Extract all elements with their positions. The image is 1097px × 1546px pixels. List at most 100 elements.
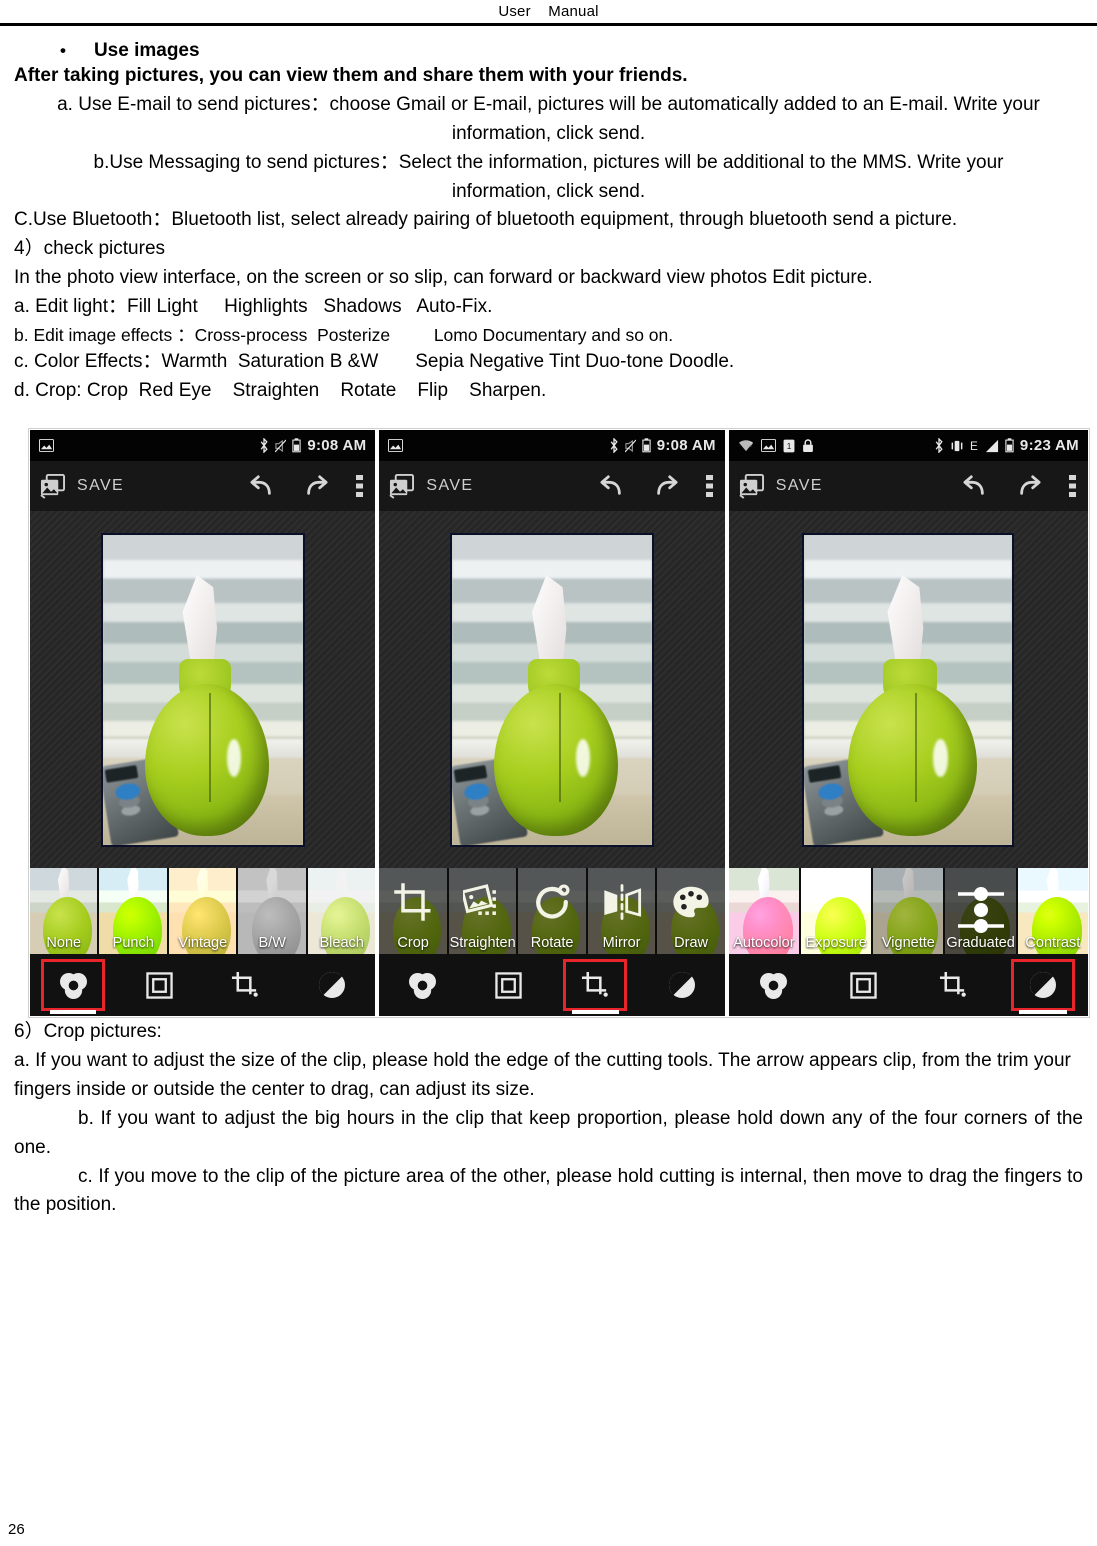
tool-thumb-draw[interactable]: Draw (657, 868, 725, 955)
overflow-menu-icon[interactable] (705, 474, 713, 498)
save-button-label[interactable]: SAVE (776, 477, 823, 495)
sub-item-d: d. Crop: Crop Red Eye Straighten Rotate … (14, 380, 547, 402)
save-button-label[interactable]: SAVE (77, 477, 124, 495)
tab-filters[interactable] (30, 954, 116, 1016)
tab-filters[interactable] (379, 954, 465, 1016)
tool-label: Rotate (530, 935, 574, 952)
screenshot-effects-screen: 9:08 AM SAVE None Punch Vintage B/W Blea… (30, 430, 376, 1017)
mirror-tool-icon (588, 874, 655, 930)
crop-tool-icon (379, 874, 446, 930)
adjust-label: Graduated (946, 935, 1015, 952)
undo-icon[interactable] (961, 474, 989, 498)
photos-icon[interactable] (39, 473, 66, 499)
adjust-thumb-vignette[interactable]: Vignette (873, 868, 944, 955)
adjust-thumb-contrast[interactable]: Contrast (1017, 868, 1088, 955)
filter-thumb-punch[interactable]: Punch (99, 868, 167, 955)
adjust-thumb-graduated[interactable]: Graduated (945, 868, 1016, 955)
paragraph-item-6: 6）Crop pictures: (14, 1021, 162, 1043)
photos-icon[interactable] (738, 473, 765, 499)
silent-mode-icon (275, 439, 287, 453)
signal-strength-icon (985, 439, 999, 453)
straighten-tool-icon (449, 874, 516, 930)
svg-text:?: ? (749, 442, 753, 449)
crop-icon (581, 971, 610, 1000)
tool-thumbnail-strip: Crop Straighten Rotate Mirror Draw (379, 868, 725, 955)
tool-thumb-crop[interactable]: Crop (379, 868, 447, 955)
photo-canvas[interactable] (728, 511, 1088, 869)
undo-icon[interactable] (248, 474, 276, 498)
photo-preview (100, 532, 305, 847)
paragraph-item-6a: a. If you want to adjust the size of the… (14, 1050, 1071, 1100)
silent-mode-icon (624, 439, 636, 453)
filter-thumb-bw[interactable]: B/W (238, 868, 306, 955)
edge-network-icon: E (970, 439, 979, 453)
redo-icon[interactable] (1015, 474, 1043, 498)
redo-icon[interactable] (652, 474, 680, 498)
sim-card-icon: 1 (783, 439, 795, 453)
tool-thumb-mirror[interactable]: Mirror (587, 868, 656, 955)
photo-canvas[interactable] (30, 511, 376, 869)
vibrate-icon (950, 439, 964, 453)
tab-indicator (49, 1010, 97, 1015)
status-clock: 9:08 AM (656, 437, 716, 455)
tab-frames[interactable] (466, 954, 552, 1016)
tab-filters[interactable] (729, 954, 819, 1016)
tab-exposure[interactable] (638, 954, 724, 1016)
page-number: 26 (8, 1521, 25, 1538)
intro-paragraph: After taking pictures, you can view them… (14, 65, 688, 86)
exposure-icon (318, 971, 346, 999)
adjust-label: Vignette (881, 935, 935, 952)
battery-icon (292, 438, 301, 453)
paragraph-item-6c: c. If you move to the clip of the pictur… (14, 1163, 1083, 1221)
tool-thumb-rotate[interactable]: Rotate (518, 868, 586, 955)
tab-crop[interactable] (552, 954, 638, 1016)
photo-highlight (226, 739, 241, 777)
photos-icon[interactable] (388, 473, 415, 499)
filter-thumb-none[interactable]: None (30, 868, 98, 955)
filter-thumb-bleach[interactable]: Bleach (307, 868, 376, 955)
photo-green-sphere (144, 683, 269, 836)
tool-label: Straighten (449, 935, 516, 952)
bullet-dot-icon: • (60, 41, 66, 60)
tool-thumb-straighten[interactable]: Straighten (448, 868, 517, 955)
tab-indicator (571, 1010, 619, 1015)
screenshot-adjust-screen: ? 1 E 9:23 AM SAVE Autocolor Exposure Vi… (728, 430, 1088, 1017)
filters-icon (58, 972, 89, 999)
overflow-menu-icon[interactable] (1068, 474, 1076, 498)
bluetooth-icon (609, 438, 619, 454)
filter-label: None (46, 935, 82, 952)
tab-crop[interactable] (908, 954, 998, 1016)
document-content: • Use images After taking pictures, you … (0, 40, 1097, 1220)
adjust-thumbnail-strip: Autocolor Exposure Vignette Graduated Co… (728, 868, 1088, 955)
wifi-question-icon: ? (738, 439, 754, 452)
tab-indicator (1018, 1010, 1068, 1015)
redo-icon[interactable] (302, 474, 330, 498)
photo-highlight (933, 739, 948, 777)
overflow-menu-icon[interactable] (356, 474, 364, 498)
filter-thumb-vintage[interactable]: Vintage (168, 868, 237, 955)
svg-text:1: 1 (786, 441, 791, 451)
paragraph-item-c: C.Use Bluetooth：Bluetooth list, select a… (14, 209, 958, 231)
tab-frames[interactable] (819, 954, 909, 1016)
undo-icon[interactable] (598, 474, 626, 498)
action-bar: SAVE (30, 461, 376, 512)
photo-canvas[interactable] (379, 511, 725, 869)
draw-tool-icon (657, 874, 724, 930)
bottom-tab-bar (30, 954, 376, 1017)
adjust-label: Contrast (1025, 935, 1081, 952)
status-bar: 9:08 AM (30, 430, 376, 462)
adjust-thumb-exposure[interactable]: Exposure (801, 868, 872, 955)
page-header-title: User Manual (498, 3, 599, 20)
screenshot-crop-tools-screen: 9:08 AM SAVE Crop Straighten Rotate Mirr… (379, 430, 725, 1017)
tab-exposure[interactable] (289, 954, 375, 1016)
save-button-label[interactable]: SAVE (426, 477, 473, 495)
tab-crop[interactable] (203, 954, 289, 1016)
adjust-thumb-autocolor[interactable]: Autocolor (728, 868, 800, 955)
action-bar: SAVE (379, 461, 725, 512)
status-clock: 9:23 AM (1019, 437, 1079, 455)
photo-notification-icon (39, 439, 54, 453)
bullet-label: Use images (93, 40, 200, 61)
tab-exposure[interactable] (998, 954, 1088, 1016)
battery-icon (642, 438, 651, 453)
tab-frames[interactable] (116, 954, 202, 1016)
